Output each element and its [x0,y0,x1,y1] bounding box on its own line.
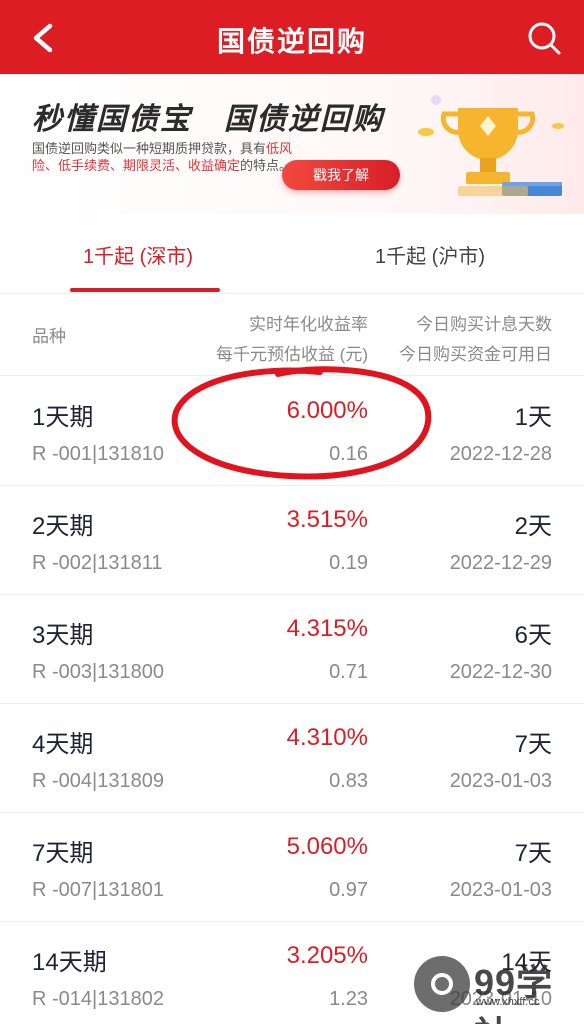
row-profit: 0.83 [329,770,368,792]
row-days: 7天 [514,731,552,758]
row-profit: 1.23 [329,988,368,1010]
row-term: 4天期 [32,731,94,758]
trophy-illustration-icon [418,95,564,196]
search-icon[interactable] [524,18,564,58]
banner-description: 国债逆回购类似一种短期质押贷款，具有低风险、低手续费、期限灵活、收益确定的特点。 [32,140,302,174]
table-row[interactable]: 7天期 R -007|131801 5.060% 0.97 7天 2023-01… [0,813,584,922]
row-profit: 0.16 [329,443,368,465]
row-term: 3天期 [32,622,94,649]
table-header: 品种 实时年化收益率 每千元预估收益 (元) 今日购买计息天数 今日购买资金可用… [0,296,584,376]
row-profit: 0.19 [329,552,368,574]
row-fund-date: 2022-12-28 [449,443,552,465]
table-row[interactable]: 2天期 R -002|131811 3.515% 0.19 2天 2022-12… [0,486,584,595]
row-code: R -002|131811 [32,552,163,574]
watermark-logo-icon [414,956,470,1012]
table-row[interactable]: 1天期 R -001|131810 6.000% 0.16 1天 2022-12… [0,377,584,486]
learn-more-button[interactable]: 戳我了解 [282,160,400,190]
table-row[interactable]: 4天期 R -004|131809 4.310% 0.83 7天 2023-01… [0,704,584,813]
row-code: R -003|131800 [32,661,164,683]
row-fund-date: 2023-01-03 [449,879,552,901]
table-row[interactable]: 3天期 R -003|131800 4.315% 0.71 6天 2022-12… [0,595,584,704]
watermark-brand: 99学社 [474,962,554,1024]
header-profit-per-thousand: 每千元预估收益 (元) [215,345,368,364]
row-days: 7天 [514,840,552,867]
row-fund-date: 2022-12-30 [449,661,552,683]
tab-shenzhen[interactable]: 1千起 (深市) [83,240,193,269]
row-fund-date: 2023-01-03 [449,770,552,792]
site-watermark: 99学社 www.xhxff.cc [414,956,578,1024]
banner-desc-pre: 国债逆回购类似一种短期质押贷款，具有 [32,141,267,156]
row-term: 7天期 [32,840,94,867]
row-rate: 6.000% [286,397,368,424]
row-profit: 0.71 [329,661,368,683]
row-rate: 3.515% [286,506,368,533]
header-annual-rate[interactable]: 实时年化收益率 [249,310,368,335]
row-rate: 3.205% [286,942,368,969]
row-fund-date: 2022-12-29 [449,552,552,574]
row-rate: 5.060% [286,833,368,860]
header-interest-days: 今日购买计息天数 [416,315,552,334]
header-fund-available-date: 今日购买资金可用日 [399,345,552,364]
row-term: 1天期 [32,404,94,431]
page-title: 国债逆回购 [216,26,367,57]
row-days: 6天 [514,622,552,649]
app-header: 国债逆回购 [0,0,584,74]
row-rate: 4.315% [286,615,368,642]
row-code: R -007|131801 [32,879,164,901]
row-days: 1天 [514,404,552,431]
row-profit: 0.97 [329,879,368,901]
promo-banner[interactable]: 秒懂国债宝 国债逆回购 国债逆回购类似一种短期质押贷款，具有低风险、低手续费、期… [0,74,584,214]
header-variety: 品种 [32,327,66,346]
watermark-url: www.xhxff.cc [476,996,540,1008]
row-days: 2天 [514,513,552,540]
row-rate: 4.310% [286,724,368,751]
row-code: R -001|131810 [32,443,164,465]
banner-title: 秒懂国债宝 国债逆回购 [32,103,384,136]
row-term: 14天期 [32,949,107,976]
tab-shanghai[interactable]: 1千起 (沪市) [375,240,485,269]
market-tabs: 1千起 (深市) 1千起 (沪市) [0,214,584,294]
row-code: R -014|131802 [32,988,164,1010]
row-term: 2天期 [32,513,94,540]
row-code: R -004|131809 [32,770,164,792]
active-tab-indicator [70,288,220,292]
